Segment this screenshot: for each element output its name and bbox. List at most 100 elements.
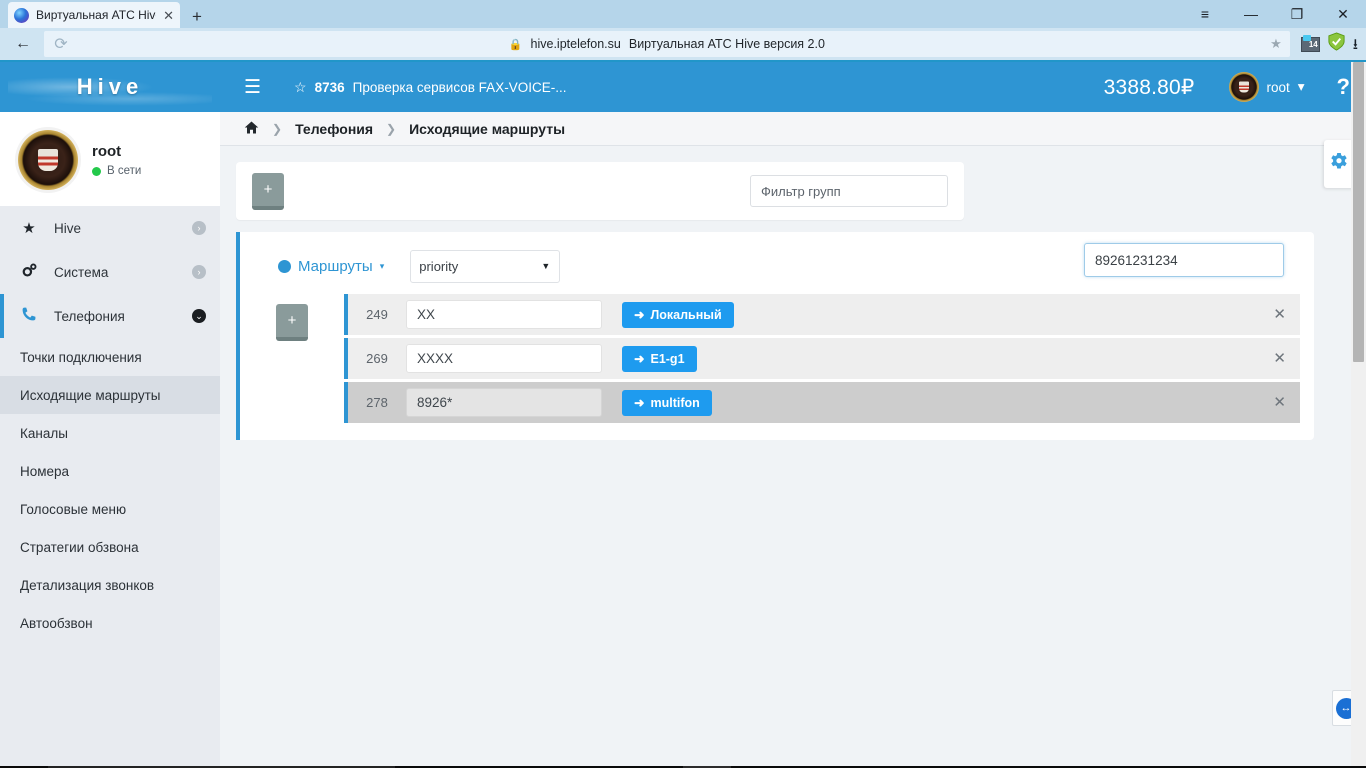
gears-icon [20,262,38,283]
address-bar[interactable]: ⟳ 🔒 hive.iptelefon.su Виртуальная АТС Hi… [44,31,1290,57]
url-display: 🔒 hive.iptelefon.su Виртуальная АТС Hive… [44,37,1290,51]
sidebar-item-label: Телефония [54,308,125,324]
route-destination-label: Локальный [650,307,722,322]
gear-icon [1329,152,1349,176]
chevron-down-icon: ▾ [379,260,385,271]
sidebar-item-call-strategies[interactable]: Стратегии обзвона [0,528,220,566]
logo-text: Hive [76,74,144,99]
sidebar-item-hive[interactable]: ★ Hive › [0,206,220,250]
settings-rail-button[interactable] [1324,140,1354,188]
route-pattern-input[interactable] [406,388,602,417]
route-pattern-input[interactable] [406,344,602,373]
restore-icon[interactable]: ❐ [1274,0,1320,28]
chevron-right-icon: › [192,221,206,235]
route-destination-badge[interactable]: ➜ E1-g1 [622,345,697,372]
chevron-right-icon: › [192,265,206,279]
remove-route-icon[interactable]: ✕ [1273,307,1286,322]
download-icon[interactable]: ⭳ [1353,37,1358,52]
remove-route-icon[interactable]: ✕ [1273,351,1286,366]
account-balance: 3388.80₽ [1103,75,1195,99]
arrow-right-icon: ➜ [634,308,645,322]
routes-list: 249 ➜ Локальный ✕ 269 [344,294,1300,426]
breadcrumb-item-telephony[interactable]: Телефония [295,121,373,137]
avatar [18,130,78,190]
breadcrumb-separator: ❯ [272,121,283,136]
routes-add-column: + [240,294,344,426]
sidebar-sub-label: Детализация звонков [20,577,155,593]
page-scrollbar[interactable] [1351,62,1366,766]
app-logo[interactable]: Hive [0,62,220,112]
online-dot-icon [92,166,101,176]
sidebar: Hive root В сети ★ Hive › Система › Теле… [0,62,220,766]
reload-icon[interactable]: ⟳ [46,31,76,57]
shield-icon[interactable] [1327,32,1346,56]
back-icon[interactable]: ← [8,31,38,57]
routes-group-dropdown[interactable]: Маршруты ▾ [278,258,384,275]
scrollbar-thumb[interactable] [1353,62,1364,362]
sidebar-profile: root В сети [0,112,220,206]
breadcrumb-item-current: Исходящие маршруты [409,120,566,137]
table-row[interactable]: 249 ➜ Локальный ✕ [344,294,1300,335]
routes-body: + 249 ➜ Локальный ✕ [240,294,1300,426]
remove-route-icon[interactable]: ✕ [1273,395,1286,410]
main-area: ☰ ☆ 8736 Проверка сервисов FAX-VOICE-...… [220,62,1366,766]
routes-header: Маршруты ▾ priority ▼ [240,243,1300,286]
table-row[interactable]: 278 ➜ multifon ✕ [344,382,1300,423]
sidebar-item-connection-points[interactable]: Точки подключения [0,338,220,376]
sidebar-item-numbers[interactable]: Номера [0,452,220,490]
sidebar-sub-label: Автообзвон [20,615,93,631]
sidebar-item-autodial[interactable]: Автообзвон [0,604,220,642]
bookmark-star-icon[interactable]: ★ [1270,36,1282,52]
close-window-icon[interactable]: ✕ [1320,0,1366,28]
sidebar-sub-label: Исходящие маршруты [20,387,161,403]
sidebar-item-voice-menus[interactable]: Голосовые меню [0,490,220,528]
home-icon[interactable] [244,120,259,138]
routes-card: Маршруты ▾ priority ▼ + [236,232,1314,440]
breadcrumb: ❯ Телефония ❯ Исходящие маршруты [220,112,1366,146]
browser-menu-button[interactable]: ≡ [1182,0,1228,28]
browser-titlebar: Виртуальная АТС Hive ве ✕ + ≡ — ❐ ✕ [0,0,1366,28]
routes-group-label: Маршруты [298,257,373,275]
table-row[interactable]: 269 ➜ E1-g1 ✕ [344,338,1300,379]
mail-extension-icon[interactable]: 14 [1300,34,1320,52]
route-number-input[interactable] [1084,243,1284,277]
add-route-button[interactable]: + [276,304,308,341]
url-host: hive.iptelefon.su [530,37,621,51]
sidebar-item-telephony[interactable]: Телефония ⌄ [0,294,220,338]
add-group-button[interactable]: + [252,172,284,210]
help-icon[interactable]: ? [1337,74,1350,100]
page-root: Hive root В сети ★ Hive › Система › Теле… [0,62,1366,766]
tab-title: Виртуальная АТС Hive ве [36,8,156,22]
group-filter-input[interactable] [750,175,948,207]
sidebar-nav: ★ Hive › Система › Телефония ⌄ Точки под… [0,206,220,642]
star-icon: ★ [22,220,36,237]
sidebar-item-channels[interactable]: Каналы [0,414,220,452]
sidebar-item-outgoing-routes[interactable]: Исходящие маршруты [0,376,220,414]
new-tab-button[interactable]: + [192,8,202,25]
browser-tab[interactable]: Виртуальная АТС Hive ве ✕ [8,2,180,28]
route-id: 249 [366,307,388,322]
favicon-icon [14,7,29,23]
sidebar-sub-label: Голосовые меню [20,501,127,517]
avatar [1228,72,1259,102]
sidebar-sub-label: Номера [20,463,70,479]
sidebar-item-label: Система [54,264,109,280]
close-icon[interactable]: ✕ [163,9,174,22]
route-pattern-input[interactable] [406,300,602,329]
content-area: + Маршруты ▾ priority ▼ [220,146,1366,766]
star-icon[interactable]: ☆ [294,79,307,96]
route-destination-badge[interactable]: ➜ multifon [622,389,712,416]
lock-icon: 🔒 [508,38,523,51]
minimize-icon[interactable]: — [1228,0,1274,28]
user-menu[interactable]: root ▾ [1228,72,1305,102]
route-destination-label: E1-g1 [650,351,685,366]
route-destination-label: multifon [650,395,700,410]
chevron-down-icon: ⌄ [192,309,206,323]
route-id: 269 [366,351,388,366]
profile-status: В сети [92,165,141,177]
route-destination-badge[interactable]: ➜ Локальный [622,301,734,328]
priority-select[interactable]: priority [410,249,561,283]
sidebar-item-call-details[interactable]: Детализация звонков [0,566,220,604]
hamburger-icon[interactable]: ☰ [244,78,261,97]
sidebar-item-system[interactable]: Система › [0,250,220,294]
